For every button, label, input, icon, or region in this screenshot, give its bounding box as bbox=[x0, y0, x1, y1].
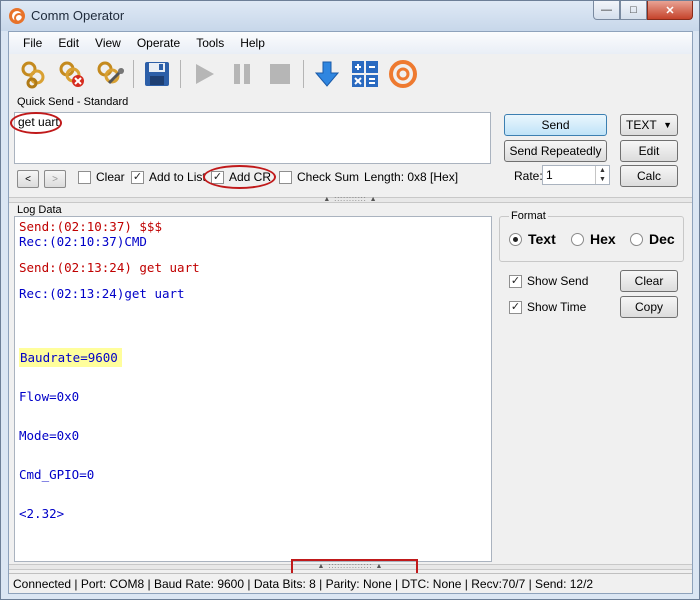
splitter-grip-icon: ▲ ::::::::::: ▲ bbox=[323, 196, 378, 203]
menu-edit[interactable]: Edit bbox=[50, 36, 87, 50]
dropdown-arrow-icon: ▼ bbox=[663, 120, 672, 130]
log-line: Send:(02:13:24) get uart bbox=[19, 260, 200, 275]
clear-checkbox[interactable]: Clear bbox=[78, 170, 125, 184]
add-to-list-checkbox[interactable]: ✓ Add to List bbox=[131, 170, 206, 184]
status-bar: Connected | Port: COM8 | Baud Rate: 9600… bbox=[9, 573, 692, 593]
check-icon: ✓ bbox=[131, 170, 144, 184]
quick-send-input[interactable]: get uart bbox=[14, 112, 491, 164]
add-to-list-label: Add to List bbox=[149, 170, 206, 184]
download-icon[interactable] bbox=[310, 57, 344, 91]
close-button[interactable]: ✕ bbox=[647, 1, 693, 20]
rate-value: 1 bbox=[546, 168, 553, 182]
minimize-button[interactable]: — bbox=[593, 1, 620, 20]
format-dec-radio[interactable]: Dec bbox=[630, 231, 675, 247]
log-line: Mode=0x0 bbox=[19, 428, 80, 443]
connect-icon[interactable] bbox=[17, 57, 51, 91]
radio-selected-icon bbox=[509, 232, 522, 246]
log-line: Rec:(02:10:37)CMD bbox=[19, 234, 147, 249]
log-view[interactable]: Send:(02:10:37) $$$ Rec:(02:10:37)CMD Se… bbox=[14, 216, 492, 562]
save-icon[interactable] bbox=[140, 57, 174, 91]
menu-help[interactable]: Help bbox=[232, 36, 273, 50]
prev-button[interactable]: < bbox=[17, 170, 39, 188]
rate-spinner[interactable]: ▲ ▼ bbox=[595, 166, 609, 184]
quick-send-label: Quick Send - Standard bbox=[17, 96, 129, 108]
show-time-label: Show Time bbox=[527, 300, 587, 314]
format-label: Format bbox=[509, 210, 548, 222]
play-icon[interactable] bbox=[187, 57, 221, 91]
log-line-highlighted: Baudrate=9600 bbox=[19, 348, 122, 367]
stop-icon[interactable] bbox=[263, 57, 297, 91]
disconnect-icon[interactable] bbox=[55, 57, 89, 91]
pause-icon[interactable] bbox=[225, 57, 259, 91]
checkbox-box bbox=[78, 170, 91, 184]
rate-label: Rate: bbox=[514, 169, 543, 183]
rate-input[interactable]: 1 ▲ ▼ bbox=[542, 165, 610, 185]
status-text: Connected | Port: COM8 | Baud Rate: 9600… bbox=[13, 577, 594, 591]
maximize-button[interactable]: □ bbox=[620, 1, 647, 20]
format-text-label: Text bbox=[528, 231, 556, 247]
annotation-oval bbox=[203, 165, 276, 189]
format-dec-label: Dec bbox=[649, 231, 675, 247]
edit-button[interactable]: Edit bbox=[620, 140, 678, 162]
check-sum-checkbox[interactable]: Check Sum bbox=[279, 170, 359, 184]
toolbar-separator bbox=[180, 60, 181, 88]
check-sum-label: Check Sum bbox=[297, 170, 360, 184]
app-window: Comm Operator — □ ✕ File Edit View Opera… bbox=[0, 0, 700, 600]
show-send-label: Show Send bbox=[527, 274, 589, 288]
menu-bar: File Edit View Operate Tools Help bbox=[9, 32, 692, 54]
check-icon: ✓ bbox=[509, 300, 522, 314]
top-splitter[interactable]: ▲ ::::::::::: ▲ bbox=[9, 196, 692, 203]
calculator-icon[interactable] bbox=[348, 57, 382, 91]
menu-tools[interactable]: Tools bbox=[188, 36, 232, 50]
window-title: Comm Operator bbox=[31, 8, 125, 23]
log-copy-button[interactable]: Copy bbox=[620, 296, 678, 318]
annotation-oval bbox=[10, 112, 62, 134]
app-icon bbox=[9, 8, 25, 24]
log-line: <2.32> bbox=[19, 506, 65, 521]
toolbar-separator bbox=[133, 60, 134, 88]
title-bar[interactable]: Comm Operator — □ ✕ bbox=[1, 1, 699, 31]
send-button[interactable]: Send bbox=[504, 114, 607, 136]
checkbox-box bbox=[279, 170, 292, 184]
radio-icon bbox=[630, 232, 643, 246]
format-group: Text Hex Dec bbox=[499, 216, 684, 262]
calc-button[interactable]: Calc bbox=[620, 165, 678, 187]
log-line: Flow=0x0 bbox=[19, 389, 80, 404]
menu-view[interactable]: View bbox=[87, 36, 129, 50]
log-data-label: Log Data bbox=[17, 204, 62, 216]
client-area: File Edit View Operate Tools Help Quick … bbox=[8, 31, 693, 594]
length-readout: Length: 0x8 [Hex] bbox=[364, 170, 459, 184]
toolbar bbox=[9, 54, 692, 94]
mode-select[interactable]: TEXT ▼ bbox=[620, 114, 678, 136]
log-line: Rec:(02:13:24)get uart bbox=[19, 286, 185, 301]
menu-file[interactable]: File bbox=[15, 36, 50, 50]
log-clear-button[interactable]: Clear bbox=[620, 270, 678, 292]
toolbar-separator bbox=[303, 60, 304, 88]
comm-operator-icon[interactable] bbox=[386, 57, 420, 91]
log-line: Cmd_GPIO=0 bbox=[19, 467, 95, 482]
show-time-checkbox[interactable]: ✓ Show Time bbox=[509, 300, 586, 314]
radio-icon bbox=[571, 232, 584, 246]
clear-checkbox-label: Clear bbox=[96, 170, 125, 184]
show-send-checkbox[interactable]: ✓ Show Send bbox=[509, 274, 588, 288]
format-hex-radio[interactable]: Hex bbox=[571, 231, 616, 247]
send-repeatedly-button[interactable]: Send Repeatedly bbox=[504, 140, 607, 162]
check-icon: ✓ bbox=[509, 274, 522, 288]
format-text-radio[interactable]: Text bbox=[509, 231, 556, 247]
format-hex-label: Hex bbox=[590, 231, 616, 247]
menu-operate[interactable]: Operate bbox=[129, 36, 188, 50]
mode-select-value: TEXT bbox=[626, 118, 657, 132]
next-button[interactable]: > bbox=[44, 170, 66, 188]
port-settings-icon[interactable] bbox=[93, 57, 127, 91]
log-line: Send:(02:10:37) $$$ bbox=[19, 219, 162, 234]
